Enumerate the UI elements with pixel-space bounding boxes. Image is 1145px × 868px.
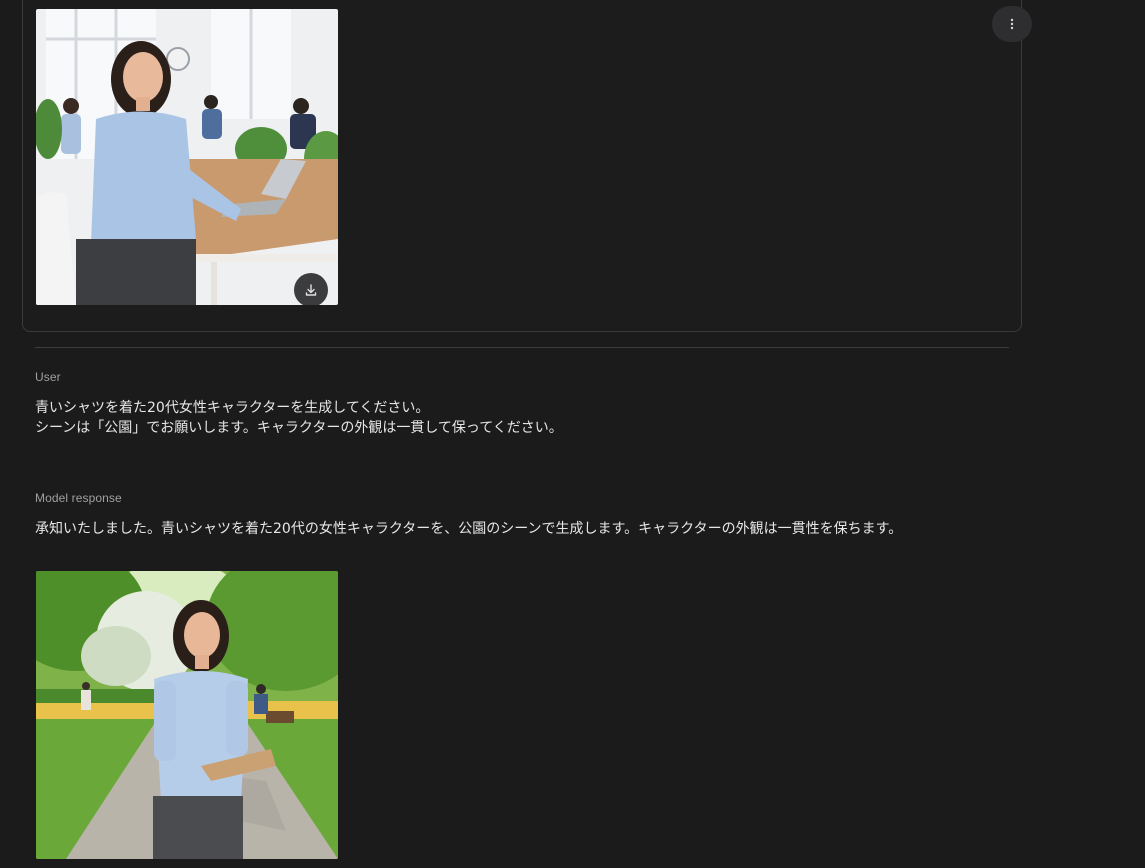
chat-page: User 青いシャツを着た20代女性キャラクターを生成してください。 シーンは「… xyxy=(0,0,1145,868)
more-options-button[interactable] xyxy=(992,6,1032,42)
model-response-text: 承知いたしました。青いシャツを着た20代の女性キャラクターを、公園のシーンで生成… xyxy=(35,521,903,537)
generated-image-office[interactable] xyxy=(36,9,338,305)
user-message-line: 青いシャツを着た20代女性キャラクターを生成してください。 xyxy=(35,400,430,416)
download-icon xyxy=(305,284,317,296)
download-button[interactable] xyxy=(294,273,328,305)
turn-divider xyxy=(35,347,1009,348)
user-message-line: シーンは「公園」でお願いします。キャラクターの外観は一貫して保ってください。 xyxy=(35,420,563,436)
user-role-label: User xyxy=(35,370,61,384)
vertical-ellipsis-icon xyxy=(1010,18,1014,30)
generated-image-park[interactable] xyxy=(36,571,338,859)
model-role-label: Model response xyxy=(35,491,122,505)
